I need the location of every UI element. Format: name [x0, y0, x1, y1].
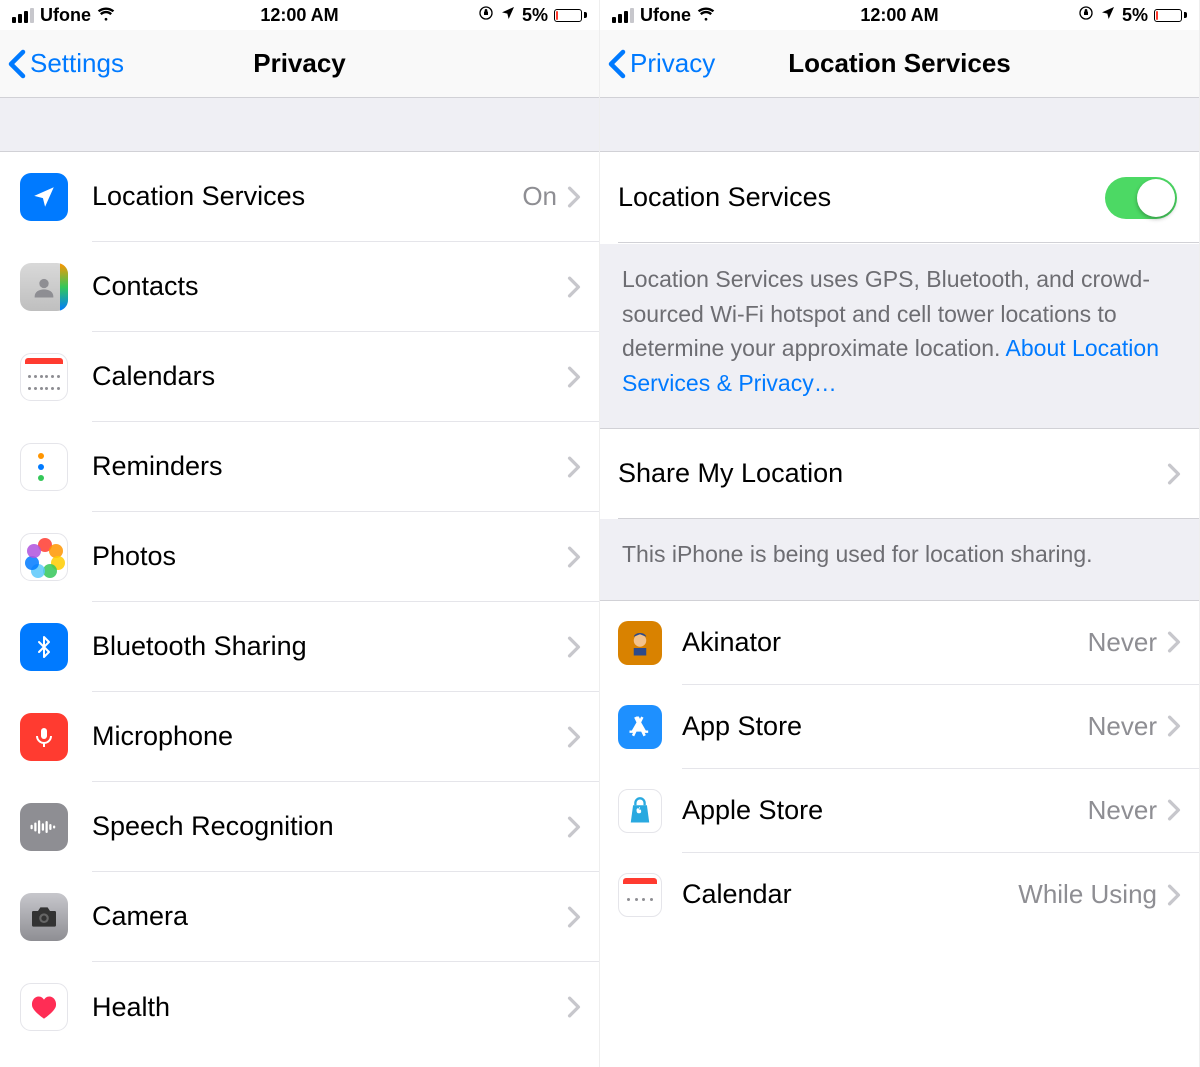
row-label: App Store — [682, 711, 1088, 742]
privacy-list: Location Services On Contacts Calendars — [0, 152, 599, 1052]
section-gap — [600, 98, 1199, 152]
appstore-icon — [618, 705, 662, 749]
row-value: Never — [1088, 795, 1157, 826]
clock-label: 12:00 AM — [600, 5, 1199, 26]
chevron-right-icon — [567, 276, 581, 298]
row-label: Calendars — [92, 361, 567, 392]
privacy-screen: Ufone 12:00 AM 5% Settings Privacy — [0, 0, 600, 1067]
health-icon — [20, 983, 68, 1031]
row-label: Apple Store — [682, 795, 1088, 826]
back-button[interactable]: Settings — [0, 48, 124, 79]
row-value: On — [522, 181, 557, 212]
chevron-right-icon — [1167, 884, 1181, 906]
status-bar: Ufone 12:00 AM 5% — [600, 0, 1199, 30]
reminders-icon — [20, 443, 68, 491]
row-photos[interactable]: Photos — [0, 512, 599, 602]
chevron-right-icon — [567, 636, 581, 658]
row-label: Contacts — [92, 271, 567, 302]
speech-icon — [20, 803, 68, 851]
row-reminders[interactable]: Reminders — [0, 422, 599, 512]
section-gap — [0, 98, 599, 152]
row-health[interactable]: Health — [0, 962, 599, 1052]
location-services-screen: Ufone 12:00 AM 5% Privacy Location Servi… — [600, 0, 1200, 1067]
calendars-icon — [20, 353, 68, 401]
row-app-akinator[interactable]: Akinator Never — [600, 601, 1199, 685]
row-label: Reminders — [92, 451, 567, 482]
row-speech-recognition[interactable]: Speech Recognition — [0, 782, 599, 872]
row-label: Location Services — [618, 182, 1105, 213]
chevron-right-icon — [567, 456, 581, 478]
contacts-icon — [20, 263, 68, 311]
row-location-services[interactable]: Location Services On — [0, 152, 599, 242]
row-app-appstore[interactable]: App Store Never — [600, 685, 1199, 769]
row-label: Photos — [92, 541, 567, 572]
row-value: Never — [1088, 627, 1157, 658]
location-icon — [20, 173, 68, 221]
microphone-icon — [20, 713, 68, 761]
row-calendars[interactable]: Calendars — [0, 332, 599, 422]
chevron-right-icon — [1167, 715, 1181, 737]
nav-header: Settings Privacy — [0, 30, 599, 98]
row-location-services-toggle: Location Services — [600, 152, 1199, 244]
row-share-my-location[interactable]: Share My Location — [600, 429, 1199, 519]
chevron-right-icon — [567, 816, 581, 838]
back-button[interactable]: Privacy — [600, 48, 715, 79]
clock-label: 12:00 AM — [0, 5, 599, 26]
back-label: Settings — [30, 48, 124, 79]
row-microphone[interactable]: Microphone — [0, 692, 599, 782]
row-camera[interactable]: Camera — [0, 872, 599, 962]
chevron-right-icon — [567, 546, 581, 568]
nav-header: Privacy Location Services — [600, 30, 1199, 98]
app-list: Akinator Never App Store Never Apple Sto… — [600, 601, 1199, 937]
status-bar: Ufone 12:00 AM 5% — [0, 0, 599, 30]
row-label: Share My Location — [618, 458, 1167, 489]
chevron-right-icon — [1167, 799, 1181, 821]
row-label: Calendar — [682, 879, 1018, 910]
row-label: Akinator — [682, 627, 1088, 658]
calendar-icon — [618, 873, 662, 917]
row-label: Health — [92, 992, 567, 1023]
row-value: While Using — [1018, 879, 1157, 910]
applestore-icon — [618, 789, 662, 833]
row-app-calendar[interactable]: Calendar While Using — [600, 853, 1199, 937]
chevron-right-icon — [1167, 463, 1181, 485]
bluetooth-icon — [20, 623, 68, 671]
camera-icon — [20, 893, 68, 941]
chevron-right-icon — [567, 366, 581, 388]
row-label: Location Services — [92, 181, 522, 212]
akinator-icon — [618, 621, 662, 665]
row-value: Never — [1088, 711, 1157, 742]
back-label: Privacy — [630, 48, 715, 79]
row-label: Speech Recognition — [92, 811, 567, 842]
row-bluetooth-sharing[interactable]: Bluetooth Sharing — [0, 602, 599, 692]
share-location-description: This iPhone is being used for location s… — [600, 519, 1199, 601]
chevron-right-icon — [567, 906, 581, 928]
chevron-right-icon — [567, 186, 581, 208]
chevron-right-icon — [567, 726, 581, 748]
location-services-description: Location Services uses GPS, Bluetooth, a… — [600, 244, 1199, 429]
row-label: Bluetooth Sharing — [92, 631, 567, 662]
chevron-right-icon — [1167, 631, 1181, 653]
chevron-right-icon — [567, 996, 581, 1018]
row-app-applestore[interactable]: Apple Store Never — [600, 769, 1199, 853]
photos-icon — [20, 533, 68, 581]
row-contacts[interactable]: Contacts — [0, 242, 599, 332]
row-label: Camera — [92, 901, 567, 932]
row-label: Microphone — [92, 721, 567, 752]
location-services-toggle[interactable] — [1105, 177, 1177, 219]
